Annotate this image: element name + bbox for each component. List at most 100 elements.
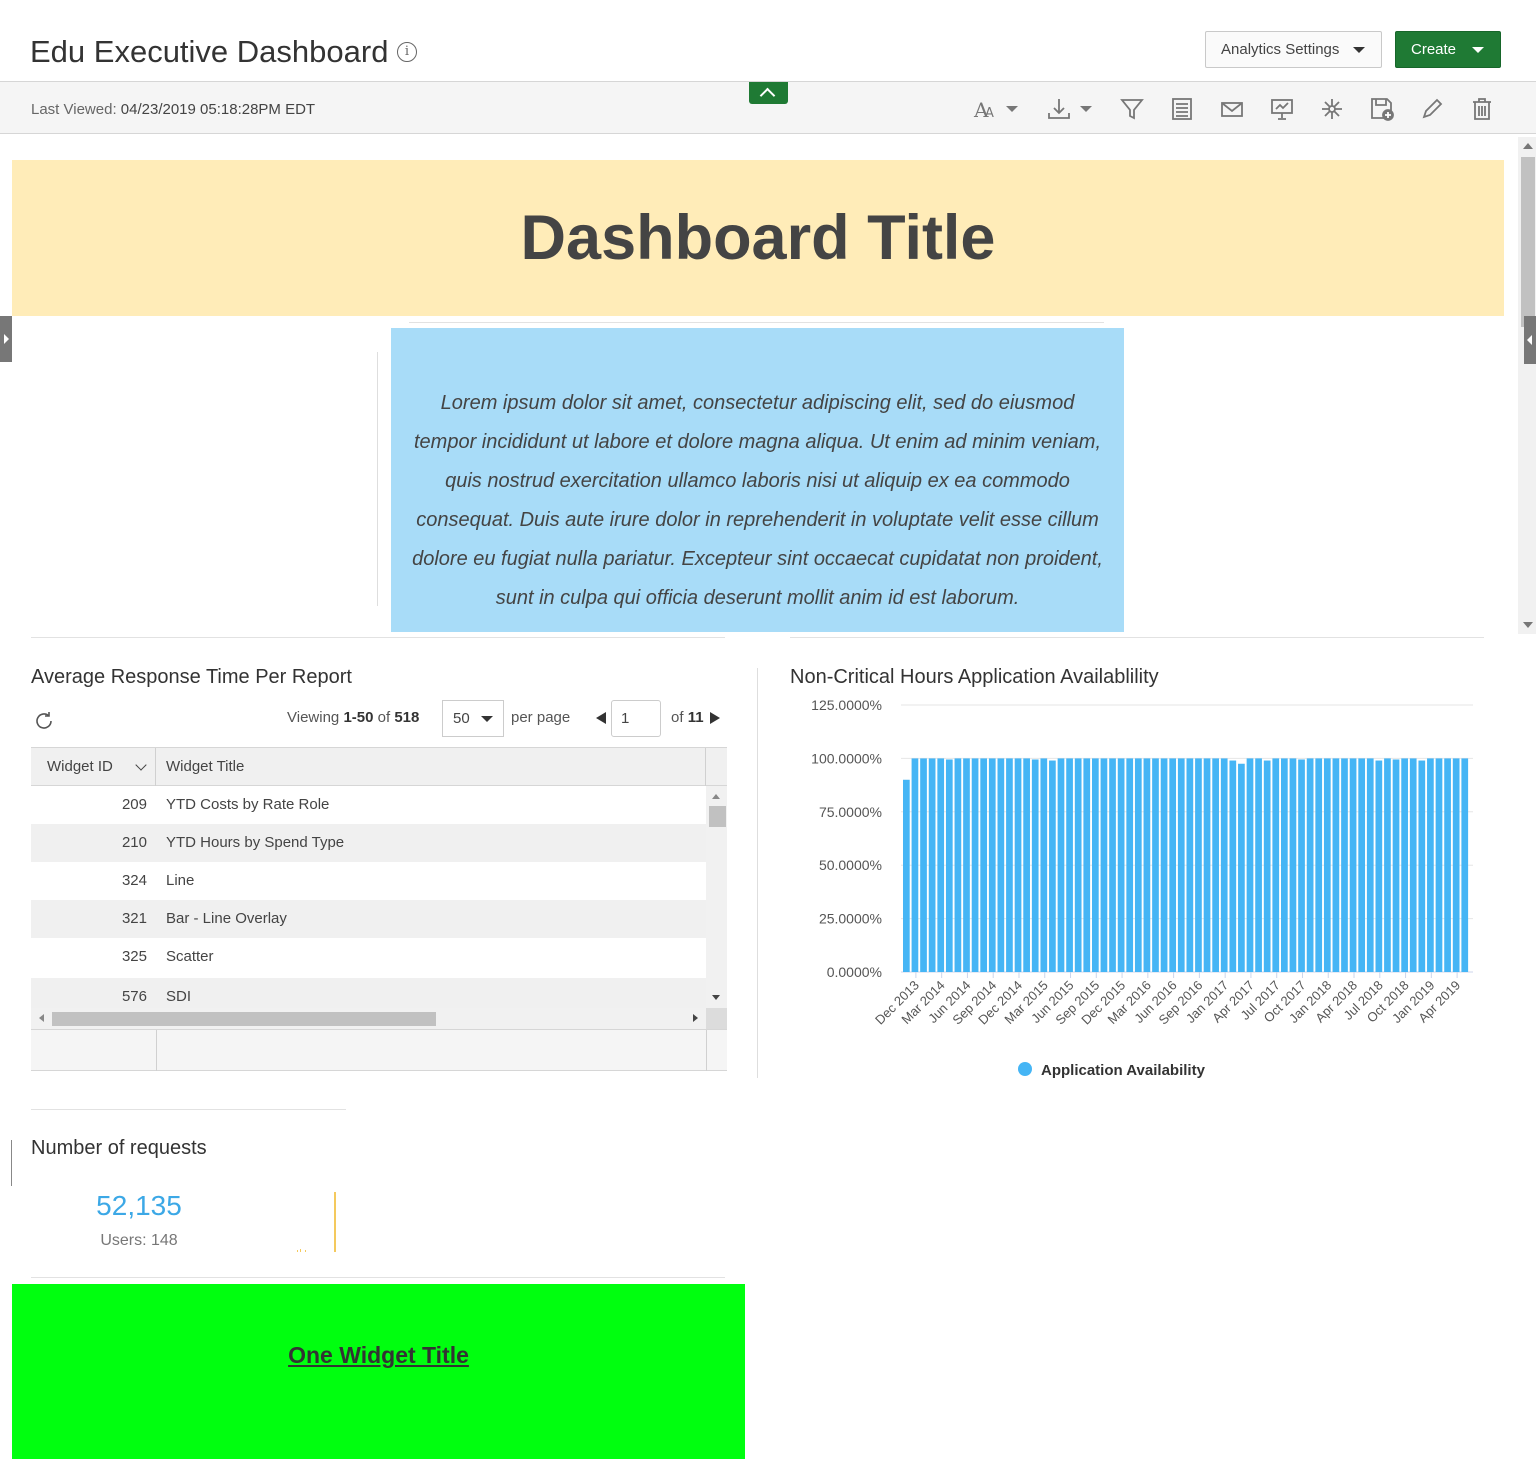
column-header-widget-title[interactable]: Widget Title [157,748,706,786]
metric-value: 52,135 [96,1190,182,1221]
chart-bar [1315,758,1323,972]
scroll-down-icon[interactable] [712,995,720,1000]
collapse-header-button[interactable] [749,82,788,104]
page-header: Edu Executive Dashboard i Analytics Sett… [0,0,1536,82]
chart-bar [1023,758,1030,972]
grid-horizontal-scrollbar[interactable] [31,1008,706,1029]
create-button[interactable]: Create [1395,31,1501,68]
scroll-thumb[interactable] [709,806,726,827]
delete-icon[interactable] [1468,95,1496,123]
chart-bar [1409,758,1417,972]
svg-text:A: A [985,106,994,121]
table-row[interactable]: 321 Bar - Line Overlay [31,900,706,938]
table-row[interactable]: 325 Scatter [31,938,706,976]
scroll-thumb[interactable] [1521,157,1535,327]
chart-bar [1444,758,1451,972]
refresh-icon[interactable] [33,710,55,732]
chart-bar [954,758,962,972]
viewing-prefix: Viewing [287,709,340,726]
chart-svg: 0.0000% 25.0000% 50.0000% 75.0000% 100.0000%… [811,697,1473,1079]
chart-bar [1332,758,1340,972]
grid-header: Widget ID Widget Title [31,747,727,786]
divider [409,322,1104,323]
chart-bar [1066,758,1073,972]
cell-widget-id: 210 [121,834,147,851]
save-icon[interactable] [1368,95,1396,123]
table-row[interactable]: 210 YTD Hours by Spend Type [31,824,706,862]
report-icon[interactable] [1168,95,1196,123]
chart-bar [945,759,953,972]
chart-bar [1375,760,1383,972]
chart-bar [1349,758,1357,972]
chart-bar [1195,758,1202,972]
analytics-settings-button[interactable]: Analytics Settings [1205,31,1382,68]
page-number-input[interactable]: 1 [611,700,661,737]
cell-widget-id: 325 [121,948,147,965]
chevron-up-icon [759,87,776,104]
one-widget-title-link[interactable]: One Widget Title [12,1342,745,1369]
text-widget: Lorem ipsum dolor sit amet, consectetur … [391,328,1124,632]
table-row[interactable]: 209 YTD Costs by Rate Role [31,786,706,824]
info-icon[interactable]: i [397,42,417,62]
font-size-icon[interactable]: AA [972,95,1000,123]
chart-widget-title: Non-Critical Hours Application Availabli… [790,666,1159,688]
chart-bar [980,758,988,972]
legend-swatch [1018,1062,1032,1076]
scroll-up-icon[interactable] [712,794,720,799]
filter-icon[interactable] [1118,95,1146,123]
column-header-widget-id[interactable]: Widget ID [31,748,156,786]
chart-bar [1117,758,1125,972]
right-panel-toggle[interactable] [1524,316,1536,364]
column-header-label: Widget ID [47,758,113,775]
table-row[interactable]: 324 Line [31,862,706,900]
y-tick-label: 25.0000% [819,911,882,927]
chart-bar [1281,758,1288,972]
chart-bar [1358,758,1366,972]
presentation-icon[interactable] [1268,95,1296,123]
table-row[interactable]: 576 SDI [31,978,706,1008]
scroll-up-icon[interactable] [1523,143,1533,149]
dashboard-title: Dashboard Title [520,203,996,273]
chart-bar [1203,758,1211,972]
page-scrollbar[interactable] [1518,137,1536,634]
chart-bar [1323,758,1331,972]
y-tick-label: 0.0000% [827,964,882,980]
per-page-select[interactable]: 50 [442,700,504,737]
scroll-right-icon[interactable] [693,1014,698,1022]
cell-widget-id: 321 [121,910,147,927]
chart-bar [1057,758,1065,972]
edit-icon[interactable] [1418,95,1446,123]
download-dropdown-icon[interactable] [1080,106,1092,112]
chart-bar [1298,759,1305,972]
chart-bar [1134,758,1142,972]
download-icon[interactable] [1045,95,1073,123]
text-widget-body: Lorem ipsum dolor sit amet, consectetur … [412,392,1103,609]
next-page-icon[interactable] [710,712,720,724]
chart-bar [1006,758,1013,972]
divider [156,1030,157,1071]
network-icon[interactable] [1318,95,1346,123]
cell-widget-title: YTD Costs by Rate Role [166,796,330,813]
y-tick-label: 50.0000% [819,857,882,873]
chart-bar [911,758,919,972]
scroll-down-icon[interactable] [1523,622,1533,628]
scroll-thumb[interactable] [52,1012,436,1026]
per-page-value: 50 [453,710,470,727]
chart-bar [1341,758,1348,972]
divider [31,637,725,638]
font-size-dropdown-icon[interactable] [1006,106,1018,112]
chart-bar [1255,758,1262,972]
chart-bar [1229,760,1237,972]
chevron-down-icon[interactable] [135,759,147,771]
divider [31,1109,346,1110]
email-icon[interactable] [1218,95,1246,123]
scroll-left-icon[interactable] [39,1014,44,1022]
cell-widget-title: Line [166,872,195,889]
last-viewed: Last Viewed: 04/23/2019 05:18:28PM EDT [31,101,315,118]
left-panel-toggle[interactable] [0,316,12,362]
metric-widget-title: Number of requests [31,1137,207,1159]
cell-widget-id: 576 [121,988,147,1005]
grid-vertical-scrollbar[interactable] [706,786,727,1008]
chart-bar [1169,758,1177,972]
previous-page-icon[interactable] [596,712,606,724]
